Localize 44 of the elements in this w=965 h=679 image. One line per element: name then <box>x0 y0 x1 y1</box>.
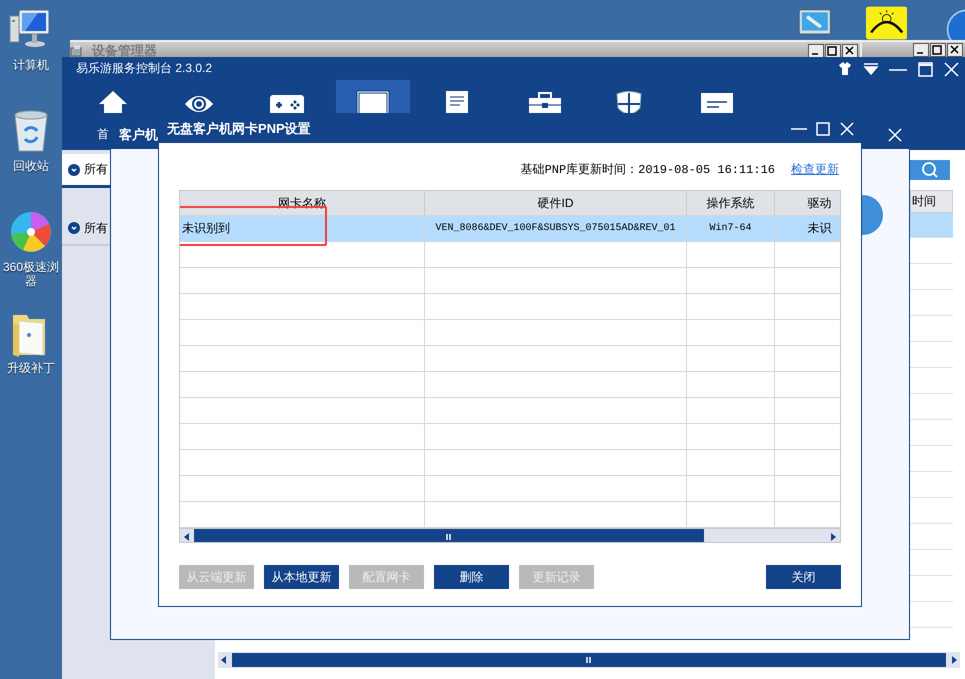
search-icon <box>921 161 939 179</box>
dropdown-icon[interactable] <box>863 60 879 76</box>
close-button[interactable] <box>842 44 858 58</box>
dialog-title: 客户机 <box>119 126 158 144</box>
check-update-link[interactable]: 检查更新 <box>791 160 839 178</box>
maximize-icon[interactable] <box>815 120 831 136</box>
close-icon[interactable] <box>887 127 903 143</box>
dialog-title: 无盘客户机网卡PNP设置 <box>167 120 311 138</box>
maximize-button[interactable] <box>930 42 946 56</box>
chevron-icon <box>68 222 80 234</box>
device-icon <box>70 44 84 58</box>
toolbar-label: 首 <box>97 126 109 143</box>
close-button[interactable] <box>947 42 963 56</box>
close-icon[interactable] <box>839 120 855 136</box>
close-icon[interactable] <box>943 60 959 76</box>
column-header[interactable]: 驱动 <box>775 191 840 215</box>
icon-label: 360极速浏 器 <box>2 260 60 288</box>
window-title: 易乐游服务控制台 2.3.0.2 <box>76 60 212 77</box>
minimize-button[interactable] <box>808 44 824 58</box>
icon-label: 计算机 <box>13 58 49 72</box>
action-button[interactable]: 从本地更新 <box>264 565 339 589</box>
icon-label: 回收站 <box>13 159 49 173</box>
table-row[interactable]: 未识别到 VEN_8086&DEV_100F&SUBSYS_075015AD&REV_01 Win7-64 未识 <box>180 216 840 242</box>
skin-icon[interactable] <box>837 60 853 76</box>
close-button[interactable]: 关闭 <box>766 565 841 589</box>
update-time: 基础PNP库更新时间：2019-08-05 16:11:16 <box>520 162 775 178</box>
maximize-button[interactable] <box>825 44 841 58</box>
icon-label: 升级补丁 <box>7 361 55 375</box>
search-button[interactable] <box>910 160 950 180</box>
sidebar-item[interactable]: 所有 <box>62 154 110 188</box>
driver-tool-icon <box>866 4 908 42</box>
action-button[interactable]: 删除 <box>434 565 509 589</box>
column-header[interactable]: 操作系统 <box>687 191 775 215</box>
grip-icon <box>446 534 452 540</box>
column-header[interactable]: 硬件ID <box>425 191 687 215</box>
window-title: 设备管理器 <box>92 42 157 60</box>
scrollbar-thumb[interactable] <box>194 529 704 542</box>
scrollbar-thumb[interactable] <box>232 653 946 667</box>
chevron-icon <box>68 164 80 176</box>
minimize-button[interactable] <box>913 42 929 56</box>
grip-icon <box>586 657 592 663</box>
maximize-icon[interactable] <box>917 60 933 76</box>
toolbar-button[interactable] <box>336 80 410 113</box>
column-header[interactable]: 时间 <box>910 190 953 213</box>
